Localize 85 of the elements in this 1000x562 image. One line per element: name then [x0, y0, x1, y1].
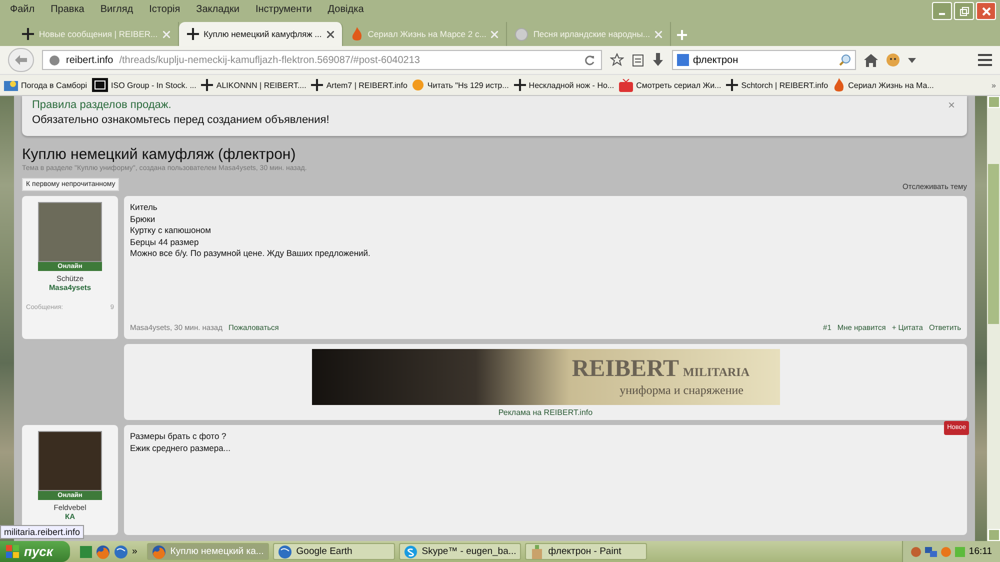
menu-item[interactable]: Правка	[44, 4, 90, 14]
windows-logo-icon	[6, 544, 20, 558]
cross-icon	[726, 79, 738, 91]
taskbar-window-button[interactable]: флектрон - Paint	[525, 543, 648, 560]
close-button[interactable]	[976, 2, 996, 20]
notice-title[interactable]: Правила разделов продаж.	[32, 98, 948, 113]
bookmark-item[interactable]: ALIKONNN | REIBERT....	[201, 79, 306, 91]
cross-icon	[311, 79, 324, 91]
menu-item[interactable]: Довідка	[322, 4, 370, 14]
close-icon	[982, 6, 990, 16]
clock: 16:11	[968, 546, 992, 557]
dropdown-icon[interactable]	[908, 58, 916, 62]
bookmark-item[interactable]: ISO Group - In Stock. ...	[92, 78, 196, 92]
message-line: Брюки	[130, 214, 156, 225]
bookmark-item[interactable]: Сериал Жизнь на Ма...	[833, 78, 934, 92]
flame-icon	[833, 78, 846, 92]
taskbar-window-button[interactable]: Google Earth	[273, 543, 396, 560]
menu-item[interactable]: Вигляд	[94, 4, 140, 14]
star-icon[interactable]	[610, 53, 624, 67]
ball-icon	[412, 79, 424, 91]
banner-brand-sub: MILITARIA	[683, 365, 750, 380]
bookmark-item[interactable]: Нескладной нож - Но...	[514, 79, 614, 91]
banner-brand: REIBERT	[572, 356, 680, 383]
flame-icon	[350, 27, 363, 41]
restore-icon	[960, 6, 968, 16]
bookmark-item[interactable]: Artem7 | REIBERT.info	[311, 79, 408, 91]
scrollbar[interactable]	[987, 96, 1000, 541]
message-line: Китель	[130, 202, 158, 214]
tray-icon[interactable]	[940, 546, 951, 556]
taskbar-window-button[interactable]: Skype™ - eugen_ba...	[399, 543, 522, 560]
cross-icon	[201, 79, 214, 91]
globe-icon	[49, 54, 60, 66]
message-line: Куртку с капюшоном	[130, 225, 212, 236]
bookmark-item[interactable]: Погода в Самборі	[4, 79, 88, 91]
back-button[interactable]	[8, 48, 34, 72]
plus-icon	[676, 30, 687, 40]
search-icon[interactable]	[839, 54, 851, 66]
message-line: Ежик среднего размера...	[130, 442, 232, 454]
paint-icon	[530, 544, 544, 558]
cross-icon	[186, 28, 199, 40]
avatar-placeholder[interactable]	[38, 431, 102, 491]
download-icon[interactable]	[652, 53, 664, 67]
menu-item[interactable]: Закладки	[190, 4, 246, 14]
search-bar[interactable]: флектрон	[672, 50, 856, 70]
menu-item[interactable]: Файл	[4, 4, 41, 14]
iso-logo-icon	[92, 78, 108, 92]
restore-button[interactable]	[954, 2, 974, 20]
close-icon[interactable]	[326, 30, 334, 38]
bookmark-item[interactable]: Читать "Hs 129 истр...	[412, 79, 509, 91]
ad-link[interactable]: Реклама на REIBERT.info	[498, 408, 593, 417]
reload-icon[interactable]	[584, 54, 595, 66]
weather-icon	[4, 79, 18, 91]
tray-icon[interactable]	[910, 546, 921, 556]
thread-title: Куплю немецкий камуфляж (флектрон)	[22, 146, 297, 163]
smiley-icon[interactable]	[886, 53, 900, 67]
search-field[interactable]: флектрон	[693, 54, 813, 66]
back-arrow-icon	[15, 55, 27, 65]
start-button[interactable]: пуск	[0, 541, 70, 562]
globe-icon	[278, 544, 292, 558]
menu-icon[interactable]	[978, 54, 992, 66]
bookmark-item[interactable]: Смотреть сериал Жи...	[619, 78, 722, 92]
globe-icon	[114, 544, 128, 558]
address-bar[interactable]: reibert.info /threads/kuplju-nemeckij-kamufljazh-flektron.569087/#post-6040213	[42, 50, 602, 70]
menu-item[interactable]: Інструменти	[249, 4, 318, 14]
home-icon[interactable]	[864, 54, 878, 66]
globe-icon	[515, 28, 528, 40]
message-line: Берцы 44 размер	[130, 236, 200, 248]
cross-icon	[22, 28, 34, 40]
ad-banner[interactable]: REIBERT MILITARIA униформа и снаряжение	[312, 349, 780, 405]
quick-launch-more[interactable]: »	[132, 546, 138, 557]
browser-tab[interactable]: Куплю немецкий камуфляж ...	[178, 22, 343, 46]
cross-icon	[514, 79, 526, 91]
bookmark-item[interactable]: Schtorch | REIBERT.info	[726, 79, 828, 91]
app-icon[interactable]	[80, 546, 92, 558]
menu-item[interactable]: Історія	[143, 4, 186, 14]
notice-text: Обязательно ознакомьтесь перед созданием объявления!	[32, 113, 330, 128]
status-tooltip: militaria.reibert.info	[0, 525, 84, 539]
tv-icon	[619, 78, 634, 92]
message-line: Можно все б/у. По разумной цене. Жду Ваших предложений.	[130, 248, 372, 260]
clipboard-icon[interactable]	[632, 53, 644, 67]
message-line: Размеры брать с фото ?	[130, 431, 228, 442]
network-icon[interactable]	[924, 546, 937, 556]
more-bookmarks-button[interactable]: »	[992, 80, 996, 90]
banner-tagline: униформа и снаряжение	[620, 383, 744, 398]
minimize-button[interactable]	[932, 2, 952, 20]
